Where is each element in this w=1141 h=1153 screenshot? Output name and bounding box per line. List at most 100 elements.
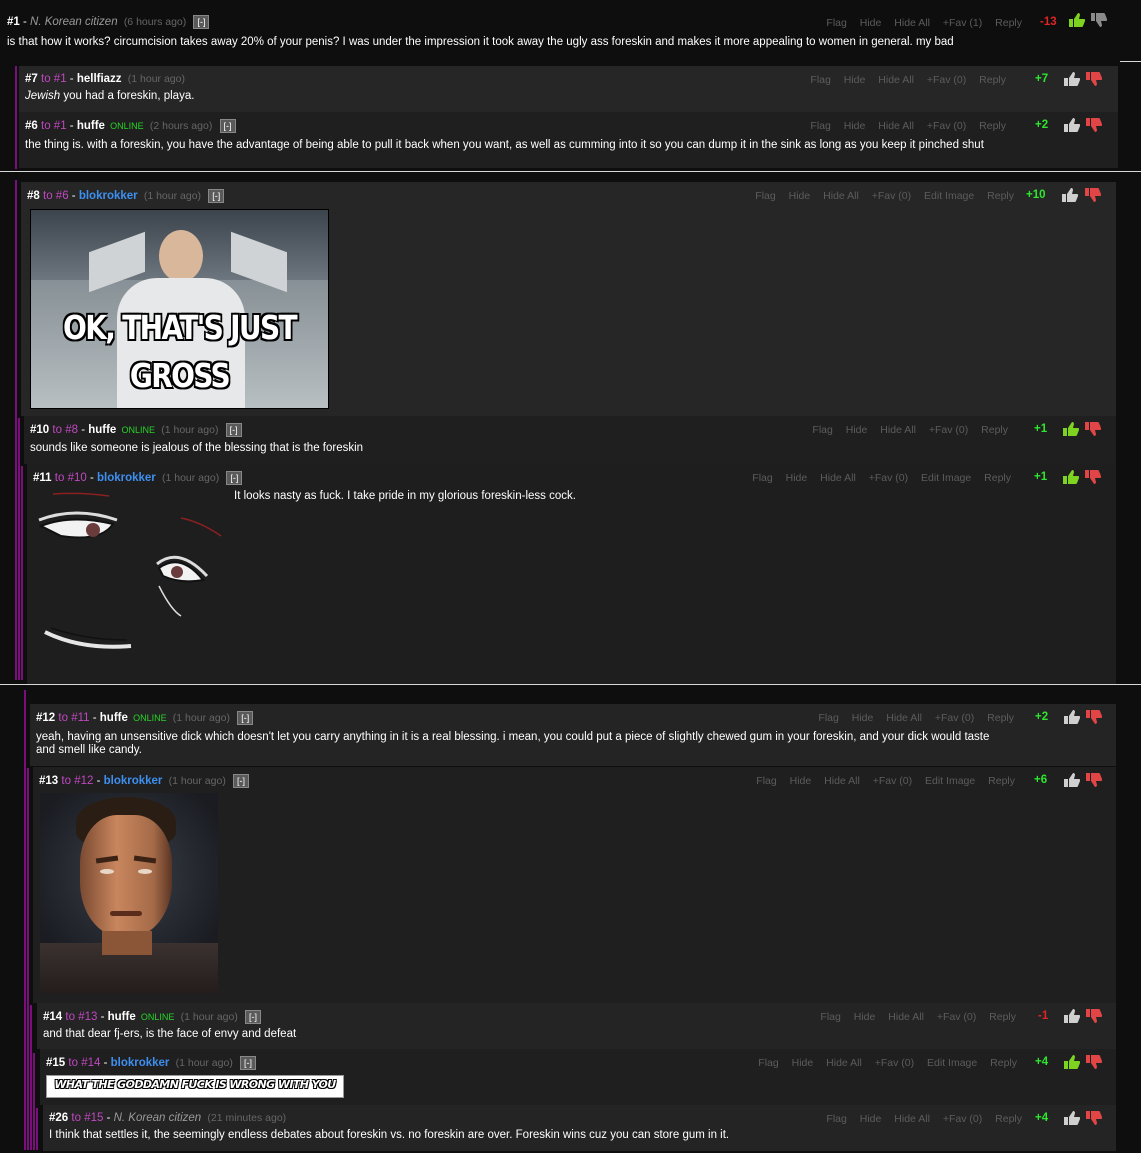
reply-to-link[interactable]: #13 <box>78 1011 97 1023</box>
hide-link[interactable]: Hide <box>789 190 811 202</box>
hide-all-link[interactable]: Hide All <box>880 424 916 436</box>
reply-to-link[interactable]: #14 <box>81 1057 100 1069</box>
edit-image-link[interactable]: Edit Image <box>924 190 974 202</box>
reply-link[interactable]: Reply <box>989 1011 1016 1023</box>
collapse-button[interactable]: [-] <box>226 471 243 485</box>
collapse-button[interactable]: [-] <box>240 1056 257 1070</box>
thumbs-up-icon[interactable] <box>1063 71 1080 87</box>
hide-all-link[interactable]: Hide All <box>878 120 914 132</box>
thumbs-up-icon[interactable] <box>1068 12 1085 28</box>
hide-all-link[interactable]: Hide All <box>888 1011 924 1023</box>
fav-link[interactable]: +Fav (0) <box>875 1057 914 1069</box>
hide-link[interactable]: Hide <box>790 775 812 787</box>
hide-link[interactable]: Hide <box>860 1113 882 1125</box>
reply-link[interactable]: Reply <box>984 472 1011 484</box>
thumbs-down-icon[interactable] <box>1084 469 1101 485</box>
hide-all-link[interactable]: Hide All <box>826 1057 862 1069</box>
fav-link[interactable]: +Fav (0) <box>935 712 974 724</box>
hide-all-link[interactable]: Hide All <box>824 775 860 787</box>
collapse-button[interactable]: [-] <box>225 423 242 437</box>
thumbs-down-icon[interactable] <box>1085 1054 1102 1070</box>
username[interactable]: blokrokker <box>79 190 138 202</box>
comment-number[interactable]: #14 <box>43 1011 62 1023</box>
flag-link[interactable]: Flag <box>752 472 772 484</box>
thumbs-down-icon[interactable] <box>1090 12 1107 28</box>
thumbs-down-icon[interactable] <box>1085 1110 1102 1126</box>
reply-link[interactable]: Reply <box>995 17 1022 29</box>
flag-link[interactable]: Flag <box>818 712 838 724</box>
hide-all-link[interactable]: Hide All <box>820 472 856 484</box>
flag-link[interactable]: Flag <box>756 775 776 787</box>
thumbs-down-icon[interactable] <box>1085 1008 1102 1024</box>
reply-to-link[interactable]: #1 <box>54 120 67 132</box>
fav-link[interactable]: +Fav (0) <box>873 775 912 787</box>
fav-link[interactable]: +Fav (0) <box>872 190 911 202</box>
reply-to-link[interactable]: #8 <box>65 424 78 436</box>
comment-number[interactable]: #6 <box>25 120 38 132</box>
flag-link[interactable]: Flag <box>812 424 832 436</box>
reply-link[interactable]: Reply <box>979 74 1006 86</box>
thumbs-down-icon[interactable] <box>1085 709 1102 725</box>
comment-number[interactable]: #26 <box>49 1112 68 1124</box>
username[interactable]: hellfiazz <box>77 73 122 85</box>
hide-link[interactable]: Hide <box>860 17 882 29</box>
comment-number[interactable]: #8 <box>27 190 40 202</box>
flag-link[interactable]: Flag <box>755 190 775 202</box>
edit-image-link[interactable]: Edit Image <box>921 472 971 484</box>
reply-to-link[interactable]: #15 <box>84 1112 103 1124</box>
meme-image[interactable]: OK, THAT'S JUST GROSS <box>30 209 329 409</box>
reply-link[interactable]: Reply <box>981 424 1008 436</box>
username[interactable]: N. Korean citizen <box>114 1112 202 1124</box>
thumbs-up-icon[interactable] <box>1062 421 1079 437</box>
fav-link[interactable]: +Fav (0) <box>869 472 908 484</box>
hide-all-link[interactable]: Hide All <box>878 74 914 86</box>
hide-all-link[interactable]: Hide All <box>894 1113 930 1125</box>
hide-link[interactable]: Hide <box>846 424 868 436</box>
hide-all-link[interactable]: Hide All <box>823 190 859 202</box>
thumbs-up-icon[interactable] <box>1062 469 1079 485</box>
username[interactable]: blokrokker <box>97 472 156 484</box>
flag-link[interactable]: Flag <box>826 1113 846 1125</box>
flag-link[interactable]: Flag <box>758 1057 778 1069</box>
anime-face-image[interactable] <box>31 490 231 680</box>
fav-link[interactable]: +Fav (0) <box>927 74 966 86</box>
reply-link[interactable]: Reply <box>995 1113 1022 1125</box>
collapse-button[interactable]: [-] <box>219 119 236 133</box>
flag-link[interactable]: Flag <box>810 74 830 86</box>
username[interactable]: huffe <box>77 120 105 132</box>
thumbs-down-icon[interactable] <box>1085 71 1102 87</box>
flag-link[interactable]: Flag <box>810 120 830 132</box>
collapse-button[interactable]: [-] <box>237 711 254 725</box>
username[interactable]: huffe <box>100 712 128 724</box>
thumbs-up-icon[interactable] <box>1063 772 1080 788</box>
collapse-button[interactable]: [-] <box>208 189 225 203</box>
hide-link[interactable]: Hide <box>844 120 866 132</box>
fav-link[interactable]: +Fav (0) <box>927 120 966 132</box>
reply-link[interactable]: Reply <box>987 190 1014 202</box>
flag-link[interactable]: Flag <box>826 17 846 29</box>
username[interactable]: huffe <box>88 424 116 436</box>
reply-to-link[interactable]: #12 <box>74 775 93 787</box>
fav-link[interactable]: +Fav (1) <box>943 17 982 29</box>
collapse-button[interactable]: [-] <box>245 1010 262 1024</box>
thumbs-up-icon[interactable] <box>1063 1110 1080 1126</box>
collapse-button[interactable]: [-] <box>233 774 250 788</box>
thumbs-up-icon[interactable] <box>1063 709 1080 725</box>
thumbs-down-icon[interactable] <box>1084 421 1101 437</box>
hide-link[interactable]: Hide <box>852 712 874 724</box>
comment-number[interactable]: #10 <box>30 424 49 436</box>
edit-image-link[interactable]: Edit Image <box>925 775 975 787</box>
reply-to-link[interactable]: #10 <box>68 472 87 484</box>
reply-link[interactable]: Reply <box>990 1057 1017 1069</box>
fav-link[interactable]: +Fav (0) <box>943 1113 982 1125</box>
face-image[interactable] <box>40 793 218 993</box>
comment-number[interactable]: #13 <box>39 775 58 787</box>
reply-to-link[interactable]: #1 <box>54 73 67 85</box>
username[interactable]: blokrokker <box>111 1057 170 1069</box>
hide-link[interactable]: Hide <box>792 1057 814 1069</box>
username[interactable]: N. Korean citizen <box>30 16 118 28</box>
fav-link[interactable]: +Fav (0) <box>937 1011 976 1023</box>
thumbs-up-icon[interactable] <box>1063 1008 1080 1024</box>
flag-link[interactable]: Flag <box>820 1011 840 1023</box>
username[interactable]: huffe <box>108 1011 136 1023</box>
